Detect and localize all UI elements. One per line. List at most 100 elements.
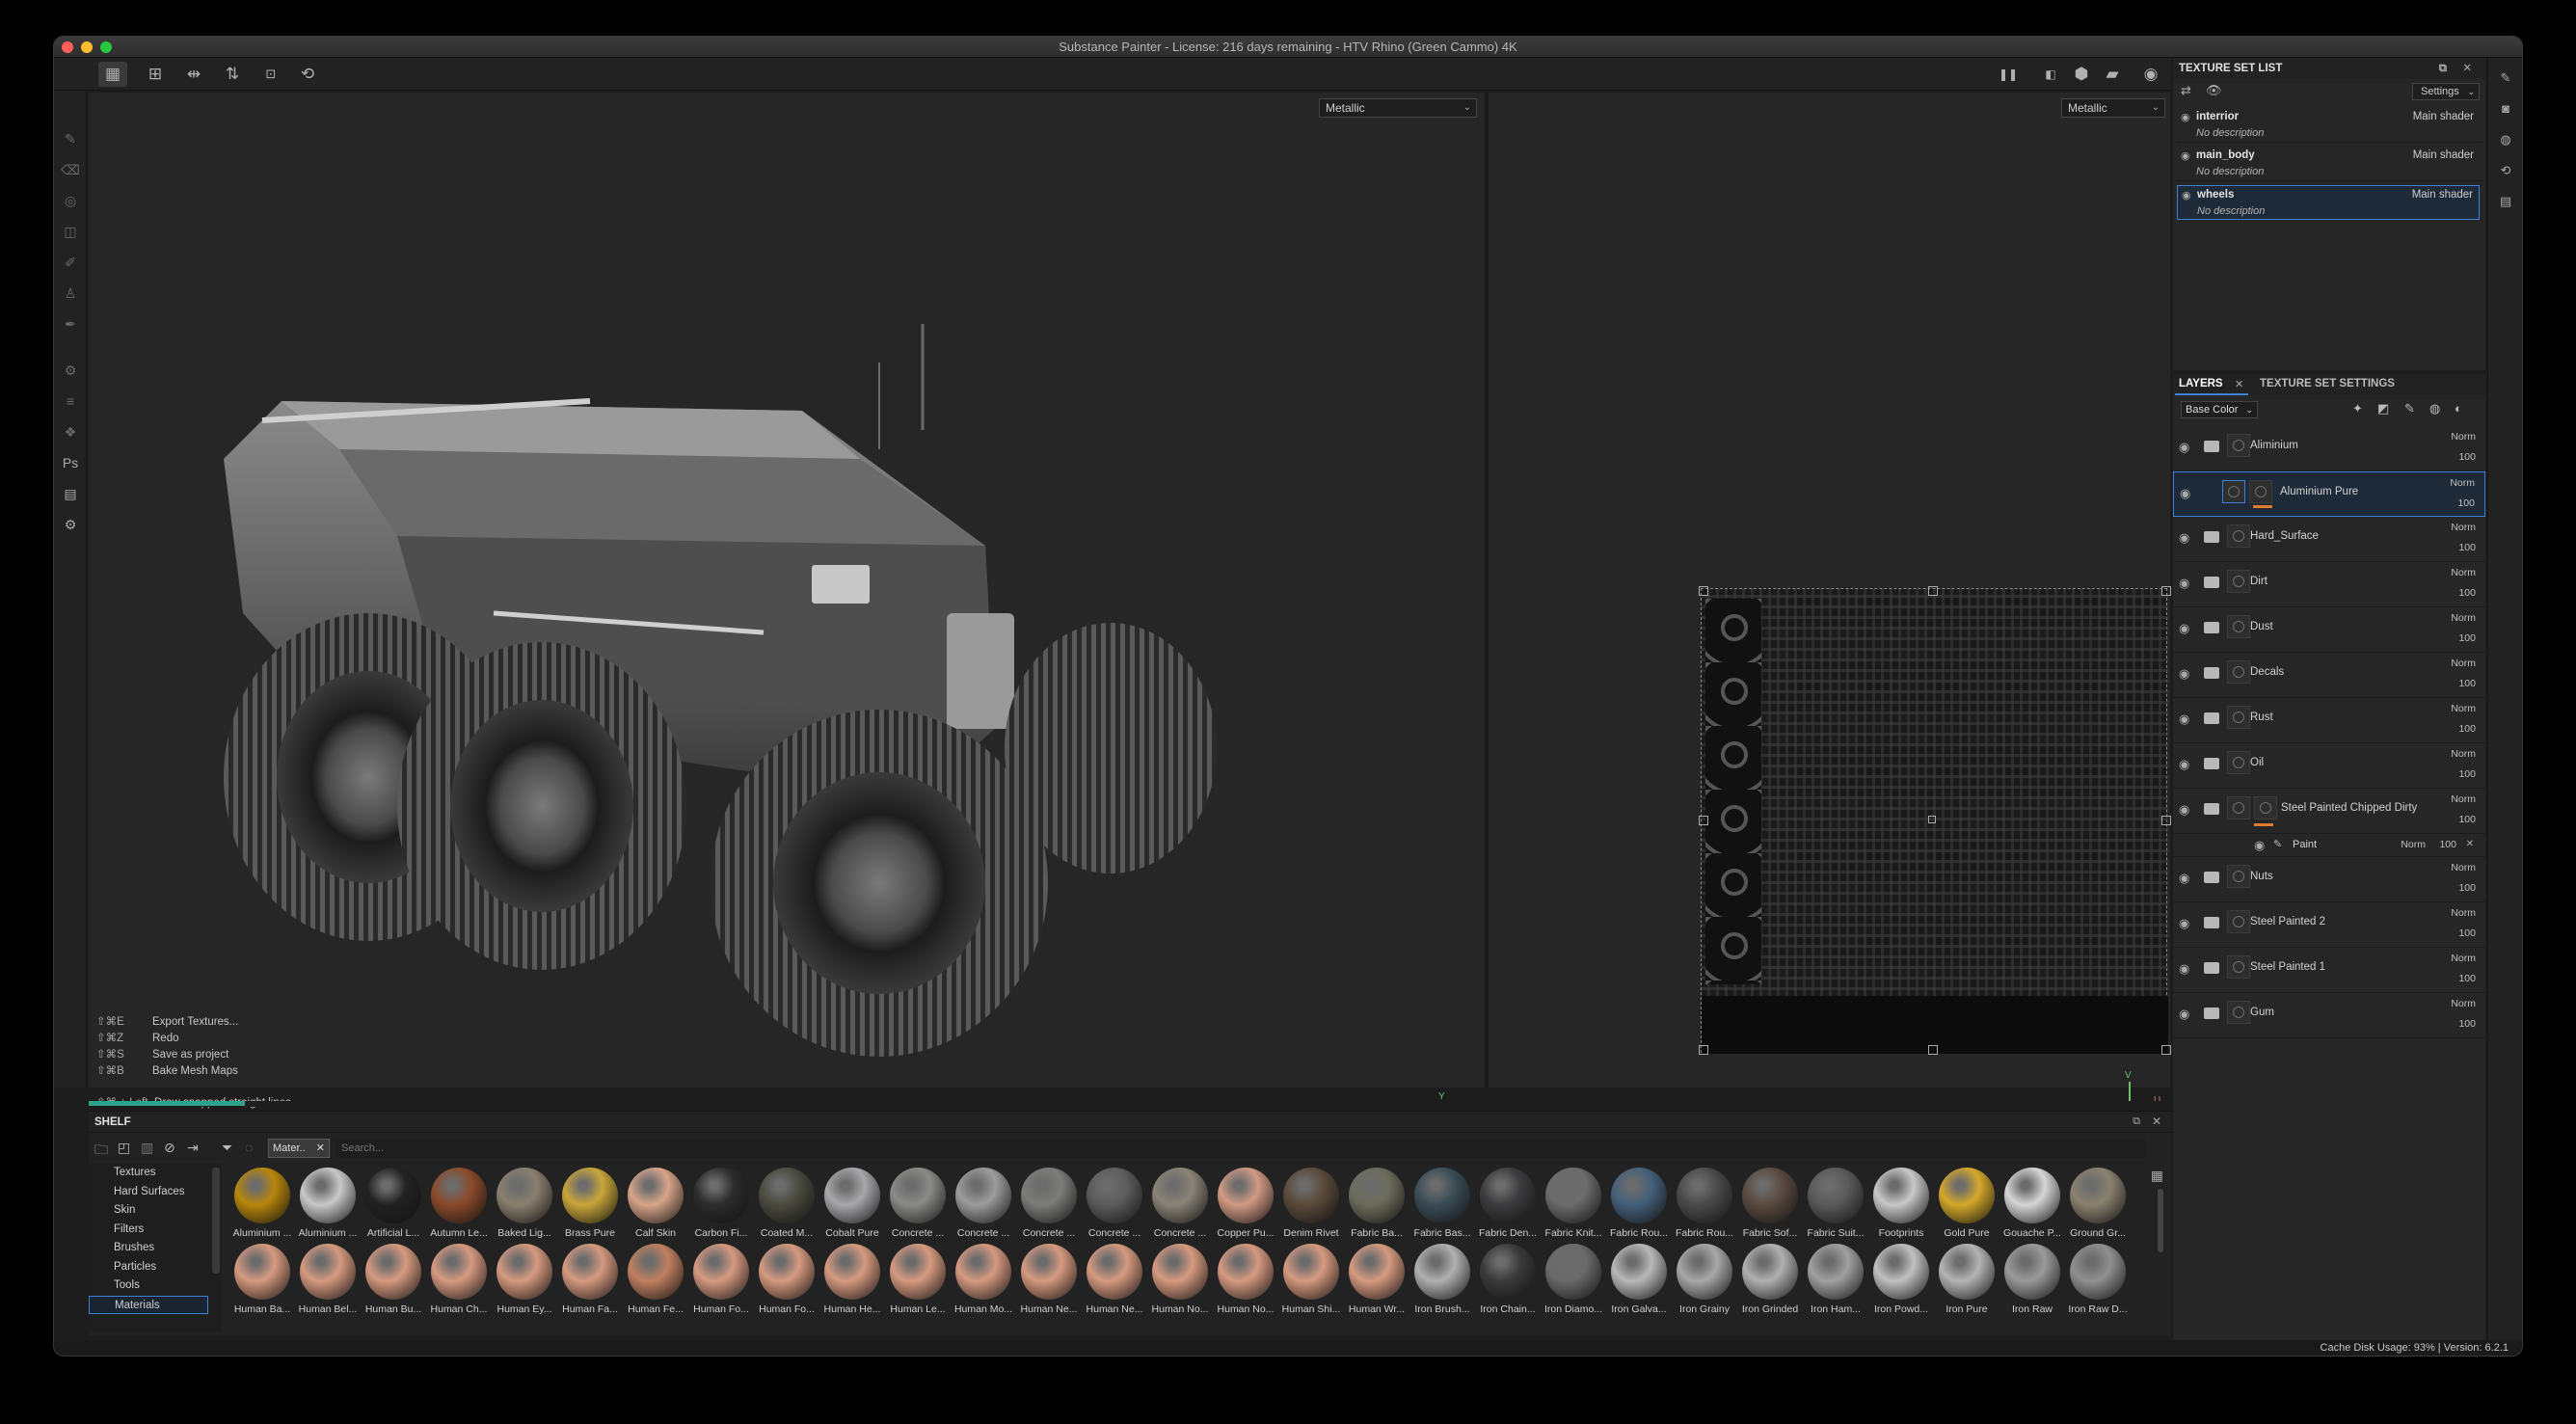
material-thumbnail[interactable]: Iron Galva... xyxy=(1606,1244,1672,1319)
material-thumbnail[interactable]: Human Le... xyxy=(885,1244,951,1319)
add-mask-icon[interactable]: ◩ xyxy=(2377,401,2389,416)
material-thumbnail[interactable]: Fabric Rou... xyxy=(1606,1168,1672,1243)
layer-opacity[interactable]: 100 xyxy=(2457,497,2475,509)
gear-icon[interactable]: ⚙ xyxy=(61,515,80,534)
eye-icon[interactable]: ◉ xyxy=(2179,712,2189,727)
eye-icon[interactable]: ◉ xyxy=(2179,530,2189,546)
material-thumbnail[interactable]: Autumn Le... xyxy=(426,1168,492,1243)
material-thumbnail[interactable]: Brass Pure xyxy=(557,1168,623,1243)
material-thumbnail[interactable]: Concrete ... xyxy=(885,1168,951,1243)
grid-view-icon[interactable]: ▦ xyxy=(98,62,127,87)
layer-row[interactable]: ◉ Steel Painted 1 Norm 100 xyxy=(2173,948,2485,993)
layer-opacity[interactable]: 100 xyxy=(2458,768,2476,780)
material-thumbnail[interactable]: Human Fe... xyxy=(623,1244,688,1319)
minimize-window-button[interactable] xyxy=(81,41,93,53)
layer-opacity[interactable]: 100 xyxy=(2458,973,2476,984)
shelf-category-selected[interactable]: Materials xyxy=(89,1295,208,1314)
material-thumbnail[interactable]: Cobalt Pure xyxy=(819,1168,885,1243)
layer-blend-mode[interactable]: Norm xyxy=(2451,567,2476,578)
color-picker-icon[interactable]: ✒ xyxy=(61,314,80,334)
layer-blend-mode[interactable]: Norm xyxy=(2451,612,2476,624)
texture-set-row[interactable]: ◉ interrior No description Main shader xyxy=(2177,108,2480,143)
transform-handle[interactable] xyxy=(2161,1045,2171,1055)
display-mode-icon[interactable]: ◧ xyxy=(2036,62,2065,87)
import-icon[interactable]: ⇥ xyxy=(187,1140,199,1156)
material-thumbnail[interactable]: Human Shi... xyxy=(1278,1244,1344,1319)
shelf-category[interactable]: Brushes xyxy=(89,1239,222,1258)
eye-icon[interactable]: ◉ xyxy=(2181,111,2190,123)
camera-icon[interactable]: ◙ xyxy=(2497,100,2514,118)
shelf-category[interactable]: Tools xyxy=(89,1276,222,1296)
material-thumbnail[interactable]: Fabric Knit... xyxy=(1541,1168,1606,1243)
material-thumbnail[interactable]: Denim Rivet xyxy=(1278,1168,1344,1243)
add-paint-layer-icon[interactable]: ✎ xyxy=(2404,401,2415,416)
layer-row[interactable]: ◉ Nuts Norm 100 xyxy=(2173,857,2485,902)
shelf-category[interactable]: Textures xyxy=(89,1164,222,1183)
material-thumbnail[interactable]: Fabric Ba... xyxy=(1344,1168,1409,1243)
layer-blend-mode[interactable]: Norm xyxy=(2451,431,2476,443)
bake-icon[interactable]: ≡ xyxy=(61,391,80,411)
eye-icon[interactable]: ◉ xyxy=(2179,621,2189,636)
layer-opacity[interactable]: 100 xyxy=(2458,927,2476,939)
material-thumbnail[interactable]: Iron Chain... xyxy=(1475,1244,1541,1319)
material-thumbnail[interactable]: Calf Skin xyxy=(623,1168,688,1243)
eye-icon[interactable]: ◉ xyxy=(2179,961,2189,977)
add-smart-material-icon[interactable]: ◐ xyxy=(2455,401,2462,416)
display-settings-icon[interactable]: ◍ xyxy=(2497,131,2514,148)
polygon-fill-icon[interactable]: ◫ xyxy=(61,222,80,241)
screenshot-icon[interactable]: ◉ xyxy=(2136,62,2165,87)
material-thumbnail[interactable]: Ground Gr... xyxy=(2065,1168,2131,1243)
layer-row[interactable]: ◉ Steel Painted 2 Norm 100 xyxy=(2173,902,2485,948)
material-thumbnail[interactable]: Human No... xyxy=(1147,1244,1213,1319)
transform-handle[interactable] xyxy=(1928,586,1938,596)
material-thumbnail[interactable]: Iron Pure xyxy=(1934,1244,1999,1319)
zoom-window-button[interactable] xyxy=(100,41,112,53)
material-thumbnail[interactable]: Human Ba... xyxy=(229,1244,295,1319)
material-thumbnail[interactable]: Iron Diamo... xyxy=(1541,1244,1606,1319)
layer-opacity[interactable]: 100 xyxy=(2458,678,2476,689)
layer-opacity[interactable]: 100 xyxy=(2458,542,2476,553)
eye-icon[interactable]: ◉ xyxy=(2179,757,2189,772)
material-thumbnail[interactable]: Fabric Sof... xyxy=(1737,1168,1803,1243)
close-icon[interactable]: ✕ xyxy=(2462,58,2472,79)
transform-handle[interactable] xyxy=(1699,586,1708,596)
layer-opacity[interactable]: 100 xyxy=(2458,882,2476,894)
folder-icon[interactable]: 🗀 xyxy=(94,1140,108,1163)
shelf-scrollbar[interactable] xyxy=(2158,1189,2163,1252)
material-thumbnail[interactable]: Human No... xyxy=(1213,1244,1278,1319)
eye-icon[interactable]: ◉ xyxy=(2179,576,2189,591)
material-thumbnail[interactable]: Iron Grinded xyxy=(1737,1244,1803,1319)
material-thumbnail[interactable]: Footprints xyxy=(1868,1168,1934,1243)
texture-set-row-selected[interactable]: ◉ wheels No description Main shader xyxy=(2177,185,2480,220)
texture-set-shader[interactable]: Main shader xyxy=(2412,189,2473,201)
refresh-icon[interactable]: ◌ xyxy=(245,1140,253,1155)
close-icon[interactable]: ✕ xyxy=(316,1140,325,1157)
shelf-category[interactable]: Hard Surfaces xyxy=(89,1183,222,1202)
material-thumbnail[interactable]: Gouache P... xyxy=(1999,1168,2065,1243)
material-thumbnail[interactable]: Carbon Fi... xyxy=(688,1168,754,1243)
layer-row[interactable]: ◉ Steel Painted Chipped Dirty Norm 100 xyxy=(2173,789,2485,834)
float-panel-icon[interactable]: ⧉ xyxy=(2439,58,2447,79)
close-icon[interactable]: ✕ xyxy=(2235,378,2243,390)
layer-row[interactable]: ◉ Oil Norm 100 xyxy=(2173,743,2485,789)
material-thumbnail[interactable]: Concrete ... xyxy=(1147,1168,1213,1243)
close-icon[interactable]: ✕ xyxy=(2152,1115,2161,1128)
transform-handle[interactable] xyxy=(1699,1045,1708,1055)
material-thumbnail[interactable]: Human Bu... xyxy=(361,1244,426,1319)
channel-dropdown[interactable]: Base Color ⌄ xyxy=(2181,401,2258,418)
cube-icon[interactable]: ⬢ xyxy=(2067,62,2096,87)
layer-blend-mode[interactable]: Norm xyxy=(2450,477,2475,489)
paint-brush-icon[interactable]: ✎ xyxy=(61,129,80,148)
eye-icon[interactable]: ◉ xyxy=(2179,1007,2189,1022)
close-icon[interactable]: ✕ xyxy=(2466,839,2474,849)
shelf-category[interactable]: Particles xyxy=(89,1258,222,1277)
eye-icon[interactable]: ◉ xyxy=(2179,802,2189,818)
material-thumbnail[interactable]: Fabric Bas... xyxy=(1409,1168,1475,1243)
viewport-3d[interactable]: Metallic ⌄ Y xyxy=(89,93,1485,1127)
layer-row-selected[interactable]: ◉ Aluminium Pure Norm 100 xyxy=(2173,471,2485,517)
plugin-icon[interactable]: ❖ xyxy=(61,422,80,442)
eye-icon[interactable]: ◉ xyxy=(2179,871,2189,886)
eye-icon[interactable]: ◉ xyxy=(2254,838,2265,853)
pause-icon[interactable]: ❚❚ xyxy=(1994,62,2023,87)
layer-row[interactable]: ◉ Dirt Norm 100 xyxy=(2173,562,2485,607)
